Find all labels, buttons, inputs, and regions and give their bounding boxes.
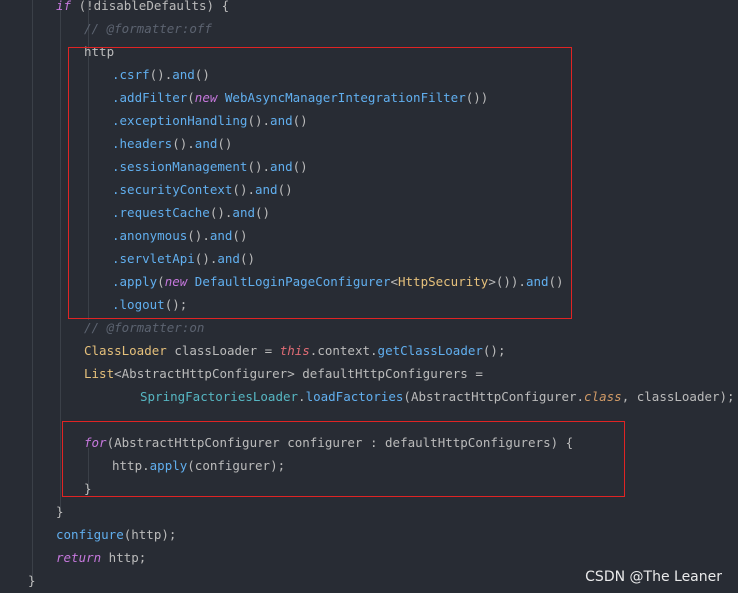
code-token: return <box>56 550 102 565</box>
code-token: loadFactories <box>305 389 404 404</box>
code-line[interactable]: if (!disableDefaults) { <box>56 0 229 17</box>
code-token: . <box>298 389 306 404</box>
code-token: AbstractHttpConfigurer <box>121 366 288 381</box>
code-token: > defaultHttpConfigurers = <box>287 366 483 381</box>
code-line[interactable]: // @formatter:on <box>84 317 204 339</box>
code-token: } <box>56 504 64 519</box>
faint-watermark <box>729 4 733 17</box>
code-token: List <box>84 366 115 381</box>
code-token: < <box>114 366 122 381</box>
code-line[interactable]: } <box>56 501 64 523</box>
code-token: // @formatter:on <box>84 320 205 335</box>
code-token: , classLoader); <box>621 389 735 404</box>
code-token: (http); <box>123 527 177 542</box>
code-token: http; <box>101 550 147 565</box>
highlight-box-http-chain <box>68 47 572 319</box>
code-token: configure <box>56 527 124 542</box>
code-token: SpringFactoriesLoader <box>140 389 299 404</box>
watermark: CSDN @The Leaner <box>585 569 722 585</box>
code-token: class <box>584 389 622 404</box>
code-token: } <box>28 573 36 588</box>
indent-guide <box>32 0 33 585</box>
code-line[interactable]: // @formatter:off <box>84 18 212 40</box>
code-token: ClassLoader <box>84 343 167 358</box>
code-line[interactable]: return http; <box>56 547 146 569</box>
highlight-box-for-loop <box>62 421 625 497</box>
code-token: context. <box>317 343 378 358</box>
code-token: (); <box>482 343 506 358</box>
code-token: (!disableDefaults) { <box>71 0 230 13</box>
code-editor[interactable]: if (!disableDefaults) { // @formatter:off… <box>0 0 738 593</box>
code-token: this <box>279 343 310 358</box>
code-token: getClassLoader <box>377 343 483 358</box>
code-line[interactable]: configure(http); <box>56 524 176 546</box>
code-token: if <box>56 0 72 13</box>
indent-guide <box>60 0 61 512</box>
code-line[interactable]: ClassLoader classLoader = this.context.g… <box>84 340 505 362</box>
code-line[interactable]: } <box>28 570 36 592</box>
code-token: (AbstractHttpConfigurer. <box>403 389 585 404</box>
code-token: classLoader = <box>166 343 280 358</box>
code-line[interactable]: List<AbstractHttpConfigurer> defaultHttp… <box>84 363 483 385</box>
code-token: // @formatter:off <box>84 21 212 36</box>
code-line[interactable]: SpringFactoriesLoader.loadFactories(Abst… <box>140 386 735 408</box>
